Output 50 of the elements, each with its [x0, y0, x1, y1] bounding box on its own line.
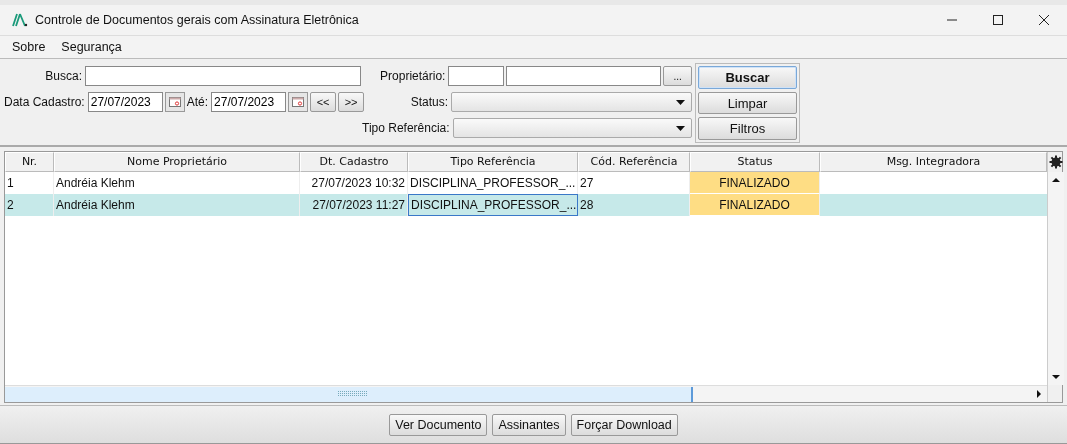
caret-icon: [676, 125, 685, 131]
window-title: Controle de Documentos gerais com Assinatura Eletrônica: [35, 13, 359, 27]
field-label: Busca:: [44, 69, 83, 83]
calendar-icon: [292, 97, 305, 107]
owner-code-field[interactable]: [448, 66, 505, 86]
table-cell: 2: [5, 194, 54, 216]
action-button[interactable]: Assinantes: [492, 413, 566, 436]
table-cell: DISCIPLINA_PROFESSOR_...: [408, 194, 578, 216]
caret-icon: [676, 99, 685, 105]
field-label: Data Cadastro:: [4, 95, 86, 109]
next-button[interactable]: >>: [338, 92, 365, 112]
browse-button[interactable]: ...: [663, 66, 692, 86]
grip-icon[interactable]: [338, 391, 368, 397]
calendar-icon: [168, 97, 181, 107]
table-cell: FINALIZADO: [690, 194, 820, 216]
column-header[interactable]: Cód. Referência: [578, 152, 690, 172]
app-logo-icon: [12, 13, 28, 27]
date-field[interactable]: 27/07/2023: [87, 92, 163, 112]
owner-name-field[interactable]: [506, 66, 662, 86]
status-dropdown[interactable]: [451, 92, 692, 112]
menu-item[interactable]: Segurança: [61, 40, 122, 54]
table-cell: DISCIPLINA_PROFESSOR_...: [408, 172, 578, 194]
action-button[interactable]: Forçar Download: [570, 413, 678, 436]
action-button[interactable]: Buscar: [698, 66, 797, 89]
column-header[interactable]: Dt. Cadastro: [300, 152, 408, 172]
field-label: Proprietário:: [379, 69, 447, 83]
field-label: Até:: [186, 95, 210, 109]
column-header[interactable]: Msg. Integradora: [820, 152, 1047, 172]
column-header[interactable]: Nr.: [5, 152, 54, 172]
table-cell: 27/07/2023 11:27: [300, 194, 408, 216]
calendar-button[interactable]: [164, 92, 185, 112]
menu-item[interactable]: Sobre: [12, 40, 46, 54]
vertical-scrollbar[interactable]: [1048, 172, 1064, 385]
action-button[interactable]: Filtros: [698, 117, 797, 140]
column-header[interactable]: Nome Proprietário: [54, 152, 300, 172]
table-row[interactable]: 2 Andréia Klehm 27/07/2023 11:27 DISCIPLINA_PROFESSOR_... 28 FINALIZADO: [5, 194, 1047, 216]
action-button[interactable]: Ver Documento: [389, 413, 488, 436]
field-label: Status:: [409, 95, 450, 109]
reference-type-dropdown[interactable]: [452, 118, 692, 138]
search-field[interactable]: [85, 66, 361, 86]
horizontal-scrollbar[interactable]: [5, 385, 1047, 402]
table-cell: FINALIZADO: [690, 172, 820, 194]
column-header[interactable]: Tipo Referência: [408, 152, 578, 172]
field-label: Tipo Referência:: [362, 121, 451, 135]
table-cell: Andréia Klehm: [54, 194, 300, 216]
date-field[interactable]: 27/07/2023: [211, 92, 287, 112]
previous-button[interactable]: <<: [310, 92, 337, 112]
column-header[interactable]: Status: [690, 152, 820, 172]
action-button[interactable]: Limpar: [698, 91, 797, 115]
calendar-button[interactable]: [288, 92, 309, 112]
